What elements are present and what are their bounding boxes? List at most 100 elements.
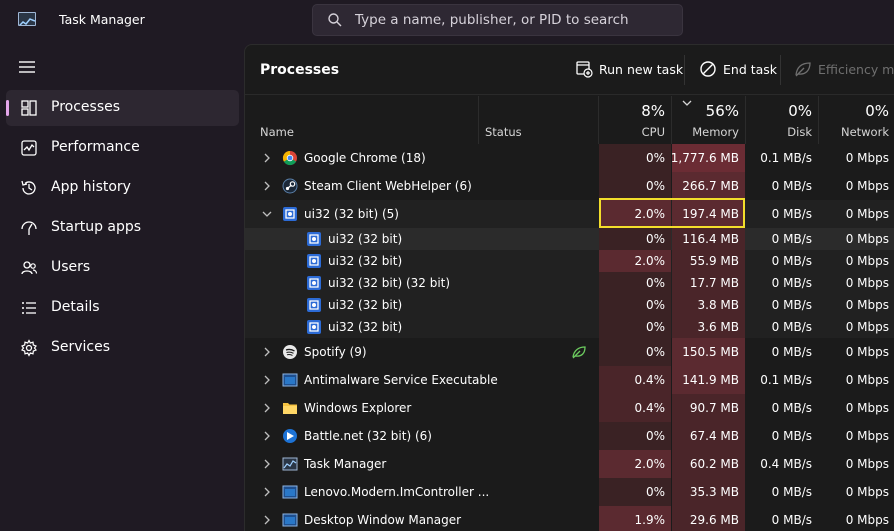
chevron-right-icon[interactable] — [262, 487, 272, 497]
network-cell: 0 Mbps — [819, 228, 894, 250]
memory-value: 67.4 MB — [689, 429, 739, 443]
chevron-right-icon[interactable] — [262, 347, 272, 357]
network-cell: 0 Mbps — [819, 506, 894, 531]
child-process-row[interactable]: ui32 (32 bit) (32 bit) 0% 17.7 MB 0 MB/s 0 M… — [245, 272, 894, 294]
ui32-icon — [307, 276, 321, 290]
process-row[interactable]: ui32 (32 bit) (5) 2.0% 197.4 MB 0 MB/s 0 Mbp… — [245, 200, 894, 228]
network-value: 0 Mbps — [845, 179, 889, 193]
network-column-header[interactable]: 0% Network — [819, 96, 894, 144]
network-cell: 0 Mbps — [819, 422, 894, 450]
search-input[interactable]: Type a name, publisher, or PID to search — [355, 12, 629, 28]
cpu-column-header[interactable]: 8% CPU — [599, 96, 671, 144]
process-row[interactable]: Steam Client WebHelper (6) 0% 266.7 MB 0 MB… — [245, 172, 894, 200]
sidebar-item-label: Processes — [51, 99, 121, 115]
process-name: Task Manager — [304, 457, 387, 471]
network-value: 0 Mbps — [845, 429, 889, 443]
process-row[interactable]: Task Manager 2.0% 60.2 MB 0.4 MB/s 0 Mbps — [245, 450, 894, 478]
memory-value: 1,777.6 MB — [670, 151, 739, 165]
name-column-label: Name — [260, 125, 294, 139]
users-icon — [21, 261, 38, 275]
cpu-value: 2.0% — [634, 457, 666, 471]
process-row[interactable]: Battle.net (32 bit) (6) 0% 67.4 MB 0 MB/s 0 … — [245, 422, 894, 450]
chevron-right-icon[interactable] — [262, 403, 272, 413]
toolbar: Processes Run new task End task Efficien… — [245, 45, 894, 95]
sidebar-item-details[interactable]: Details — [6, 290, 239, 326]
chevron-right-icon[interactable] — [262, 515, 272, 525]
process-name: ui32 (32 bit) — [328, 298, 403, 312]
disk-cell: 0 MB/s — [746, 422, 818, 450]
memory-value: 197.4 MB — [682, 207, 739, 221]
name-column-header[interactable]: Name — [245, 96, 478, 144]
sidebar-item-processes[interactable]: Processes — [6, 90, 239, 126]
sidebar-item-services[interactable]: Services — [6, 330, 239, 366]
search-box[interactable]: Type a name, publisher, or PID to search — [312, 4, 683, 36]
disk-value: 0 MB/s — [771, 207, 812, 221]
chevron-right-icon[interactable] — [262, 181, 272, 191]
search-icon — [328, 13, 342, 27]
hamburger-menu-icon[interactable] — [18, 60, 36, 74]
sidebar: Processes Performance App history Startu… — [0, 42, 244, 531]
process-row[interactable]: Google Chrome (18) 0% 1,777.6 MB 0.1 MB/s 0 … — [245, 144, 894, 172]
efficiency-mode-button[interactable]: Efficiency mod — [794, 60, 894, 80]
disk-value: 0 MB/s — [771, 179, 812, 193]
ui32-icon — [307, 298, 321, 312]
network-value: 0 Mbps — [845, 232, 889, 246]
chevron-right-icon[interactable] — [262, 375, 272, 385]
efficiency-mode-label: Efficiency mod — [818, 62, 894, 77]
title-bar: Task Manager Type a name, publisher, or … — [0, 0, 894, 42]
page-title: Processes — [260, 62, 340, 78]
taskmanager-icon — [282, 457, 298, 471]
process-name: Google Chrome (18) — [304, 151, 426, 165]
memory-cell: 60.2 MB — [672, 450, 745, 478]
network-cell: 0 Mbps — [819, 294, 894, 316]
disk-value: 0 MB/s — [771, 298, 812, 312]
process-row[interactable]: Spotify (9) 0% 150.5 MB 0 MB/s 0 Mbps — [245, 338, 894, 366]
disk-cell: 0.1 MB/s — [746, 144, 818, 172]
child-process-row[interactable]: ui32 (32 bit) 0% 3.8 MB 0 MB/s 0 Mbps — [245, 294, 894, 316]
disk-cell: 0 MB/s — [746, 294, 818, 316]
chevron-right-icon[interactable] — [262, 431, 272, 441]
cpu-total-percent: 8% — [641, 102, 665, 120]
memory-value: 60.2 MB — [689, 457, 739, 471]
memory-cell: 266.7 MB — [672, 172, 745, 200]
end-task-button[interactable]: End task — [699, 60, 784, 80]
cpu-cell: 0% — [599, 422, 671, 450]
status-column-header[interactable]: Status — [479, 96, 598, 144]
cpu-cell: 0% — [599, 228, 671, 250]
memory-column-header[interactable]: 56% Memory — [672, 96, 745, 144]
process-row[interactable]: Antimalware Service Executable 0.4% 141.9 … — [245, 366, 894, 394]
process-row[interactable]: Desktop Window Manager 1.9% 29.6 MB 0 MB/s 0… — [245, 506, 894, 531]
process-row[interactable]: Windows Explorer 0.4% 90.7 MB 0 MB/s 0 Mbps — [245, 394, 894, 422]
process-name: ui32 (32 bit) — [328, 232, 403, 246]
disk-cell: 0 MB/s — [746, 172, 818, 200]
processes-panel: Processes Run new task End task Efficien… — [244, 44, 894, 531]
sidebar-item-performance[interactable]: Performance — [6, 130, 239, 166]
memory-cell: 29.6 MB — [672, 506, 745, 531]
column-header: Name Status 8% CPU 56% Memory 0% Disk 0%… — [245, 96, 894, 144]
shield-app-icon — [282, 373, 298, 387]
child-process-row[interactable]: ui32 (32 bit) 0% 116.4 MB 0 MB/s 0 Mbps — [245, 228, 894, 250]
memory-value: 17.7 MB — [689, 276, 739, 290]
sidebar-item-app-history[interactable]: App history — [6, 170, 239, 206]
network-value: 0 Mbps — [845, 276, 889, 290]
disk-cell: 0 MB/s — [746, 506, 818, 531]
sidebar-item-users[interactable]: Users — [6, 250, 239, 286]
network-value: 0 Mbps — [845, 457, 889, 471]
chevron-right-icon[interactable] — [262, 153, 272, 163]
process-name: Desktop Window Manager — [304, 513, 462, 527]
memory-total-percent: 56% — [705, 102, 739, 120]
memory-value: 35.3 MB — [689, 485, 739, 499]
process-row[interactable]: Lenovo.Modern.ImController ... 0% 35.3 MB 0… — [245, 478, 894, 506]
disk-value: 0 MB/s — [771, 345, 812, 359]
disk-column-header[interactable]: 0% Disk — [746, 96, 818, 144]
chevron-down-icon[interactable] — [262, 209, 272, 219]
cpu-cell: 0% — [599, 338, 671, 366]
child-process-row[interactable]: ui32 (32 bit) 0% 3.6 MB 0 MB/s 0 Mbps — [245, 316, 894, 338]
chevron-right-icon[interactable] — [262, 459, 272, 469]
sidebar-item-startup-apps[interactable]: Startup apps — [6, 210, 239, 246]
child-process-row[interactable]: ui32 (32 bit) 2.0% 55.9 MB 0 MB/s 0 Mbps — [245, 250, 894, 272]
spotify-icon — [283, 345, 297, 359]
cpu-value: 0% — [645, 232, 665, 246]
folder-icon — [283, 403, 297, 414]
run-new-task-button[interactable]: Run new task — [575, 60, 685, 80]
